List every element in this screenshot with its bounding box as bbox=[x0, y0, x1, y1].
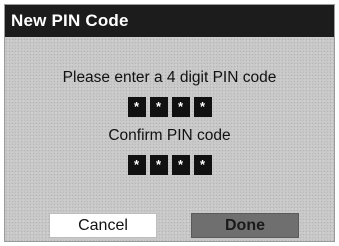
new-pin-dialog: New PIN Code Please enter a 4 digit PIN … bbox=[4, 4, 335, 242]
confirm-pin-prompt: Confirm PIN code bbox=[108, 127, 231, 144]
pin-entry-digit-1[interactable]: * bbox=[127, 97, 146, 117]
pin-confirm-digit-1[interactable]: * bbox=[127, 155, 146, 175]
pin-entry-field[interactable]: * * * * bbox=[5, 97, 334, 117]
dialog-title: New PIN Code bbox=[11, 11, 129, 30]
pin-entry-digit-3[interactable]: * bbox=[171, 97, 190, 117]
pin-entry-digit-2[interactable]: * bbox=[149, 97, 168, 117]
done-button[interactable]: Done bbox=[191, 213, 299, 238]
pin-confirm-digit-2[interactable]: * bbox=[149, 155, 168, 175]
pin-confirm-field[interactable]: * * * * bbox=[5, 155, 334, 175]
enter-pin-prompt: Please enter a 4 digit PIN code bbox=[62, 69, 277, 86]
cancel-button[interactable]: Cancel bbox=[49, 213, 157, 238]
pin-confirm-digit-4[interactable]: * bbox=[193, 155, 212, 175]
pin-entry-digit-4[interactable]: * bbox=[193, 97, 212, 117]
title-bar: New PIN Code bbox=[5, 5, 334, 37]
pin-confirm-digit-3[interactable]: * bbox=[171, 155, 190, 175]
